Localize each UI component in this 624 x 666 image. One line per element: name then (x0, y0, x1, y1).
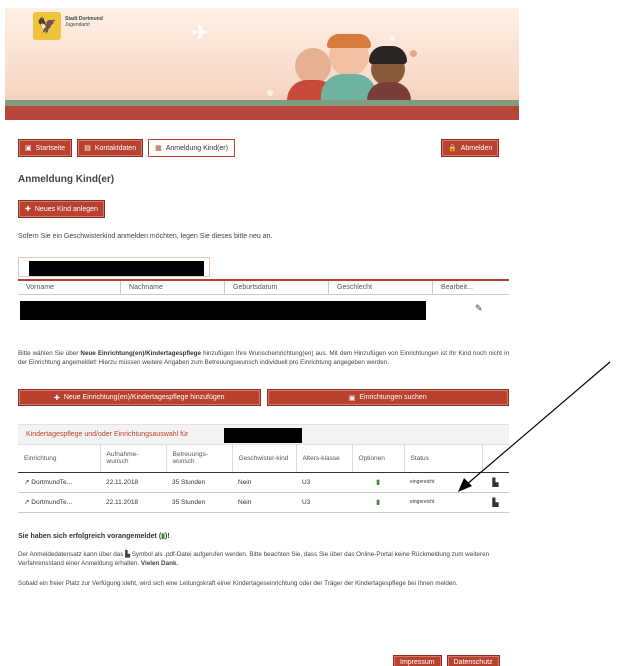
search-facility-label: Einrichtungen suchen (359, 394, 427, 401)
admission-date-cell: 22.11.2018 (100, 472, 166, 493)
column-header[interactable]: Bearbeit... (433, 281, 509, 295)
child-hair (369, 46, 407, 64)
success-text: Sie haben sich erfolgreich vorangemeldet… (18, 533, 162, 540)
banner-strip (5, 106, 519, 120)
nav-kontaktdaten-label: Kontaktdaten (94, 144, 137, 152)
redacted-child-data (20, 301, 426, 320)
pdf-info-text: Der Anmeldedatensatz kann über das (18, 551, 126, 558)
pdf-info: Der Anmeldedatensatz kann über das ▙ Sym… (18, 551, 509, 568)
facility-actions: ✚ Neue Einrichtung(en)/Kindertagespflege… (18, 389, 509, 406)
header-banner: 🦅 Stadt Dortmund Jugendamt ✈ (5, 8, 519, 120)
footer: Impressum Datenschutz (393, 655, 500, 666)
child-table: Vorname Nachname Geburtsdatum Geschlecht… (18, 279, 509, 325)
pdf-icon[interactable]: ▙ (482, 492, 509, 513)
document-icon: ▦ (155, 145, 162, 152)
logo-text: Stadt Dortmund Jugendamt (65, 16, 103, 28)
children-illustration (285, 30, 415, 120)
decor-dot (267, 90, 273, 96)
nav-startseite-button[interactable]: ▣ Startseite (18, 139, 73, 157)
nav-startseite-label: Startseite (35, 144, 66, 152)
care-hours-cell: 35 Stunden (166, 472, 232, 493)
table-row: ↗ DortmundTe... 22.11.2018 35 Stunden Ne… (18, 472, 509, 493)
column-header[interactable]: Geschwister-kind (232, 445, 297, 473)
logout-label: Abmelden (460, 144, 493, 152)
column-header[interactable]: Nachname (121, 280, 225, 295)
care-hours-cell: 35 Stunden (166, 492, 232, 513)
column-header[interactable]: Einrichtung (18, 445, 101, 473)
facility-section-title: Kindertagespflege und/oder Einrichtungsa… (18, 424, 509, 445)
child-tab[interactable] (18, 257, 210, 277)
column-header (482, 445, 509, 473)
status-cell: eingereicht (404, 472, 482, 493)
home-icon: ▣ (25, 145, 32, 152)
paper-plane-icon: ✈ (191, 20, 210, 45)
add-icon: ✚ (53, 394, 60, 402)
add-facility-label: Neue Einrichtung(en)/Kindertagespflege h… (63, 394, 225, 401)
new-child-label: Neues Kind anlegen (34, 205, 98, 213)
child-face (295, 48, 331, 84)
nav-anmeldung-button[interactable]: ▦ Anmeldung Kind(er) (148, 139, 235, 157)
contact-info: Sobald ein freier Platz zur Verfügung st… (18, 580, 458, 587)
add-user-icon: ✚ (25, 206, 31, 213)
sibling-info: Sofern Sie ein Geschwisterkind anmelden … (18, 233, 273, 240)
column-header[interactable]: Aufnahme-wunsch (100, 445, 167, 473)
thanks-text: Vielen Dank. (140, 559, 179, 567)
facility-name-cell[interactable]: ↗ DortmundTe... (18, 472, 100, 493)
column-header[interactable]: Geschlecht (329, 280, 433, 295)
status-cell: eingereicht (404, 492, 482, 513)
logo-line-2: Jugendamt (65, 22, 90, 28)
search-icon: ▣ (348, 394, 356, 402)
sibling-cell: Nein (232, 472, 296, 493)
impressum-link[interactable]: Impressum (393, 655, 442, 666)
success-text: )! (165, 533, 170, 540)
instructions-text: Bitte wählen Sie über (18, 350, 81, 357)
datenschutz-link[interactable]: Datenschutz (446, 655, 500, 666)
column-header[interactable]: Optionen (352, 445, 405, 473)
external-link-icon: ↗ (24, 479, 30, 486)
column-header[interactable]: Betreuungs-wunsch (166, 445, 233, 473)
age-class-cell: U3 (296, 472, 352, 493)
nav-anmeldung-label: Anmeldung Kind(er) (165, 144, 228, 152)
column-header[interactable]: Status (404, 445, 483, 473)
pdf-icon[interactable]: ▙ (482, 472, 509, 493)
column-header[interactable]: Alters-klasse (296, 445, 353, 473)
options-icon[interactable]: ▮ (352, 492, 404, 513)
column-header[interactable]: Geburtsdatum (225, 280, 329, 295)
add-facility-button[interactable]: ✚ Neue Einrichtung(en)/Kindertagespflege… (18, 389, 261, 406)
facility-section: Kindertagespflege und/oder Einrichtungsa… (18, 424, 509, 513)
success-message: Sie haben sich erfolgreich vorangemeldet… (18, 532, 170, 540)
eagle-crest-icon: 🦅 (33, 12, 61, 40)
table-row: ↗ DortmundTe... 22.11.2018 35 Stunden Ne… (18, 492, 509, 513)
sibling-cell: Nein (232, 492, 296, 513)
facility-instructions: Bitte wählen Sie über Neue Einrichtung(e… (18, 350, 509, 367)
facility-name: DortmundTe... (31, 499, 73, 506)
logout-button[interactable]: 🔒 Abmelden (441, 139, 500, 157)
column-header[interactable]: Vorname (18, 280, 121, 295)
facility-name: DortmundTe... (31, 479, 73, 486)
options-icon[interactable]: ▮ (352, 472, 404, 493)
page: 🦅 Stadt Dortmund Jugendamt ✈ ▣ Startseit… (0, 0, 624, 666)
child-table-header: Vorname Nachname Geburtsdatum Geschlecht… (18, 280, 509, 295)
new-child-button[interactable]: ✚ Neues Kind anlegen (18, 200, 105, 218)
facility-title-text: Kindertagespflege und/oder Einrichtungsa… (26, 431, 189, 438)
pencil-icon[interactable]: ✎ (475, 303, 483, 314)
table-row: ✎ (18, 295, 509, 325)
facility-table: Einrichtung Aufnahme-wunsch Betreuungs-w… (18, 445, 509, 513)
briefcase-icon: ▤ (84, 145, 91, 152)
redacted-child-name (224, 428, 302, 443)
lock-icon: 🔒 (448, 145, 457, 152)
child-hair (327, 34, 371, 48)
page-title: Anmeldung Kind(er) (18, 174, 115, 185)
nav-kontaktdaten-button[interactable]: ▤ Kontaktdaten (77, 139, 144, 157)
external-link-icon: ↗ (24, 499, 30, 506)
redacted-child-name (29, 261, 204, 276)
instructions-bold: Neue Einrichtung(en)/Kindertagespflege (80, 350, 202, 357)
admission-date-cell: 22.11.2018 (100, 492, 166, 513)
main-nav: ▣ Startseite ▤ Kontaktdaten ▦ Anmeldung … (18, 139, 235, 157)
search-facility-button[interactable]: ▣ Einrichtungen suchen (266, 389, 509, 406)
facility-name-cell[interactable]: ↗ DortmundTe... (18, 492, 100, 513)
age-class-cell: U3 (296, 492, 352, 513)
